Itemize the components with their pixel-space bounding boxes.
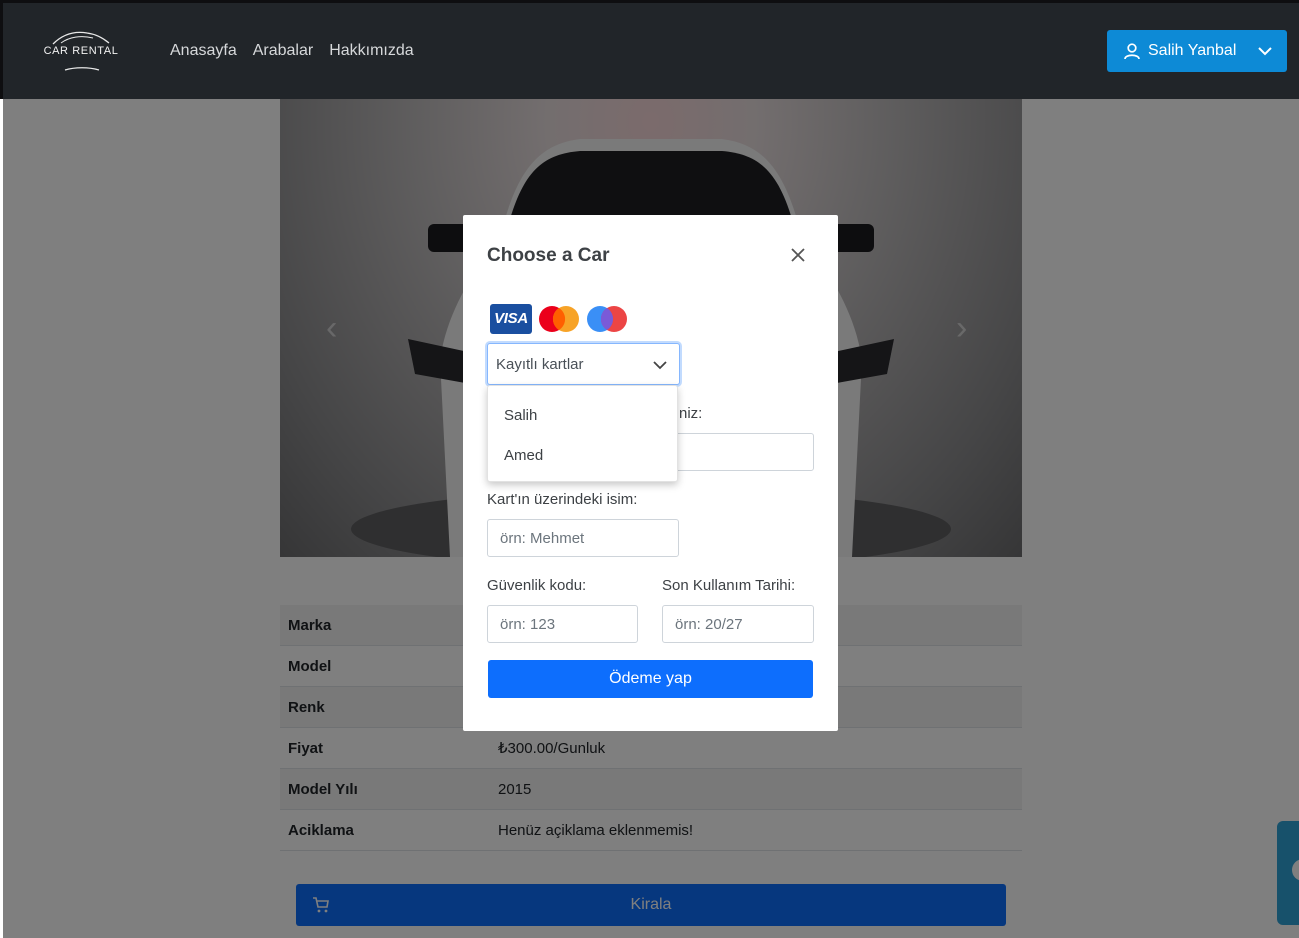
nav-link-anasayfa[interactable]: Anasayfa	[170, 42, 237, 60]
visa-logo: VISA	[490, 304, 532, 334]
card-name-placeholder: örn: Mehmet	[500, 530, 585, 547]
cvv-placeholder: örn: 123	[500, 616, 556, 633]
nav-link-hakkimizda[interactable]: Hakkımızda	[329, 42, 413, 60]
user-name: Salih Yanbal	[1148, 42, 1237, 59]
card-name-input[interactable]: örn: Mehmet	[487, 519, 679, 557]
expiry-input[interactable]: örn: 20/27	[662, 605, 814, 643]
nav-links: Anasayfa Arabalar Hakkımızda	[170, 42, 414, 60]
chevron-down-icon	[653, 361, 667, 370]
dropdown-option-amed[interactable]: Amed	[504, 447, 543, 464]
modal-title: Choose a Car	[487, 245, 610, 266]
cvv-label: Güvenlik kodu:	[487, 577, 587, 594]
card-name-label: Kart'ın üzerindeki isim:	[487, 491, 638, 508]
saved-cards-dropdown: Salih Amed	[487, 385, 678, 482]
maestro-icon	[587, 306, 627, 332]
pay-button[interactable]: Ödeme yap	[488, 660, 813, 698]
dropdown-option-salih[interactable]: Salih	[504, 407, 537, 424]
logo-text: CAR RENTAL	[43, 45, 119, 57]
user-icon	[1124, 43, 1140, 60]
saved-cards-value: Kayıtlı kartlar	[496, 356, 584, 373]
saved-cards-select[interactable]: Kayıtlı kartlar	[487, 343, 680, 385]
card-number-label: niz:	[679, 405, 703, 422]
expiry-label: Son Kullanım Tarihi:	[662, 577, 796, 594]
chevron-down-icon	[1258, 47, 1272, 56]
cvv-input[interactable]: örn: 123	[487, 605, 638, 643]
mastercard-icon	[539, 306, 579, 332]
logo[interactable]: CAR RENTAL	[41, 28, 121, 74]
nav-link-arabalar[interactable]: Arabalar	[253, 42, 313, 60]
navbar: CAR RENTAL Anasayfa Arabalar Hakkımızda …	[3, 3, 1299, 99]
close-icon[interactable]	[789, 246, 807, 264]
expiry-placeholder: örn: 20/27	[675, 616, 743, 633]
user-menu-button[interactable]: Salih Yanbal	[1107, 30, 1287, 72]
